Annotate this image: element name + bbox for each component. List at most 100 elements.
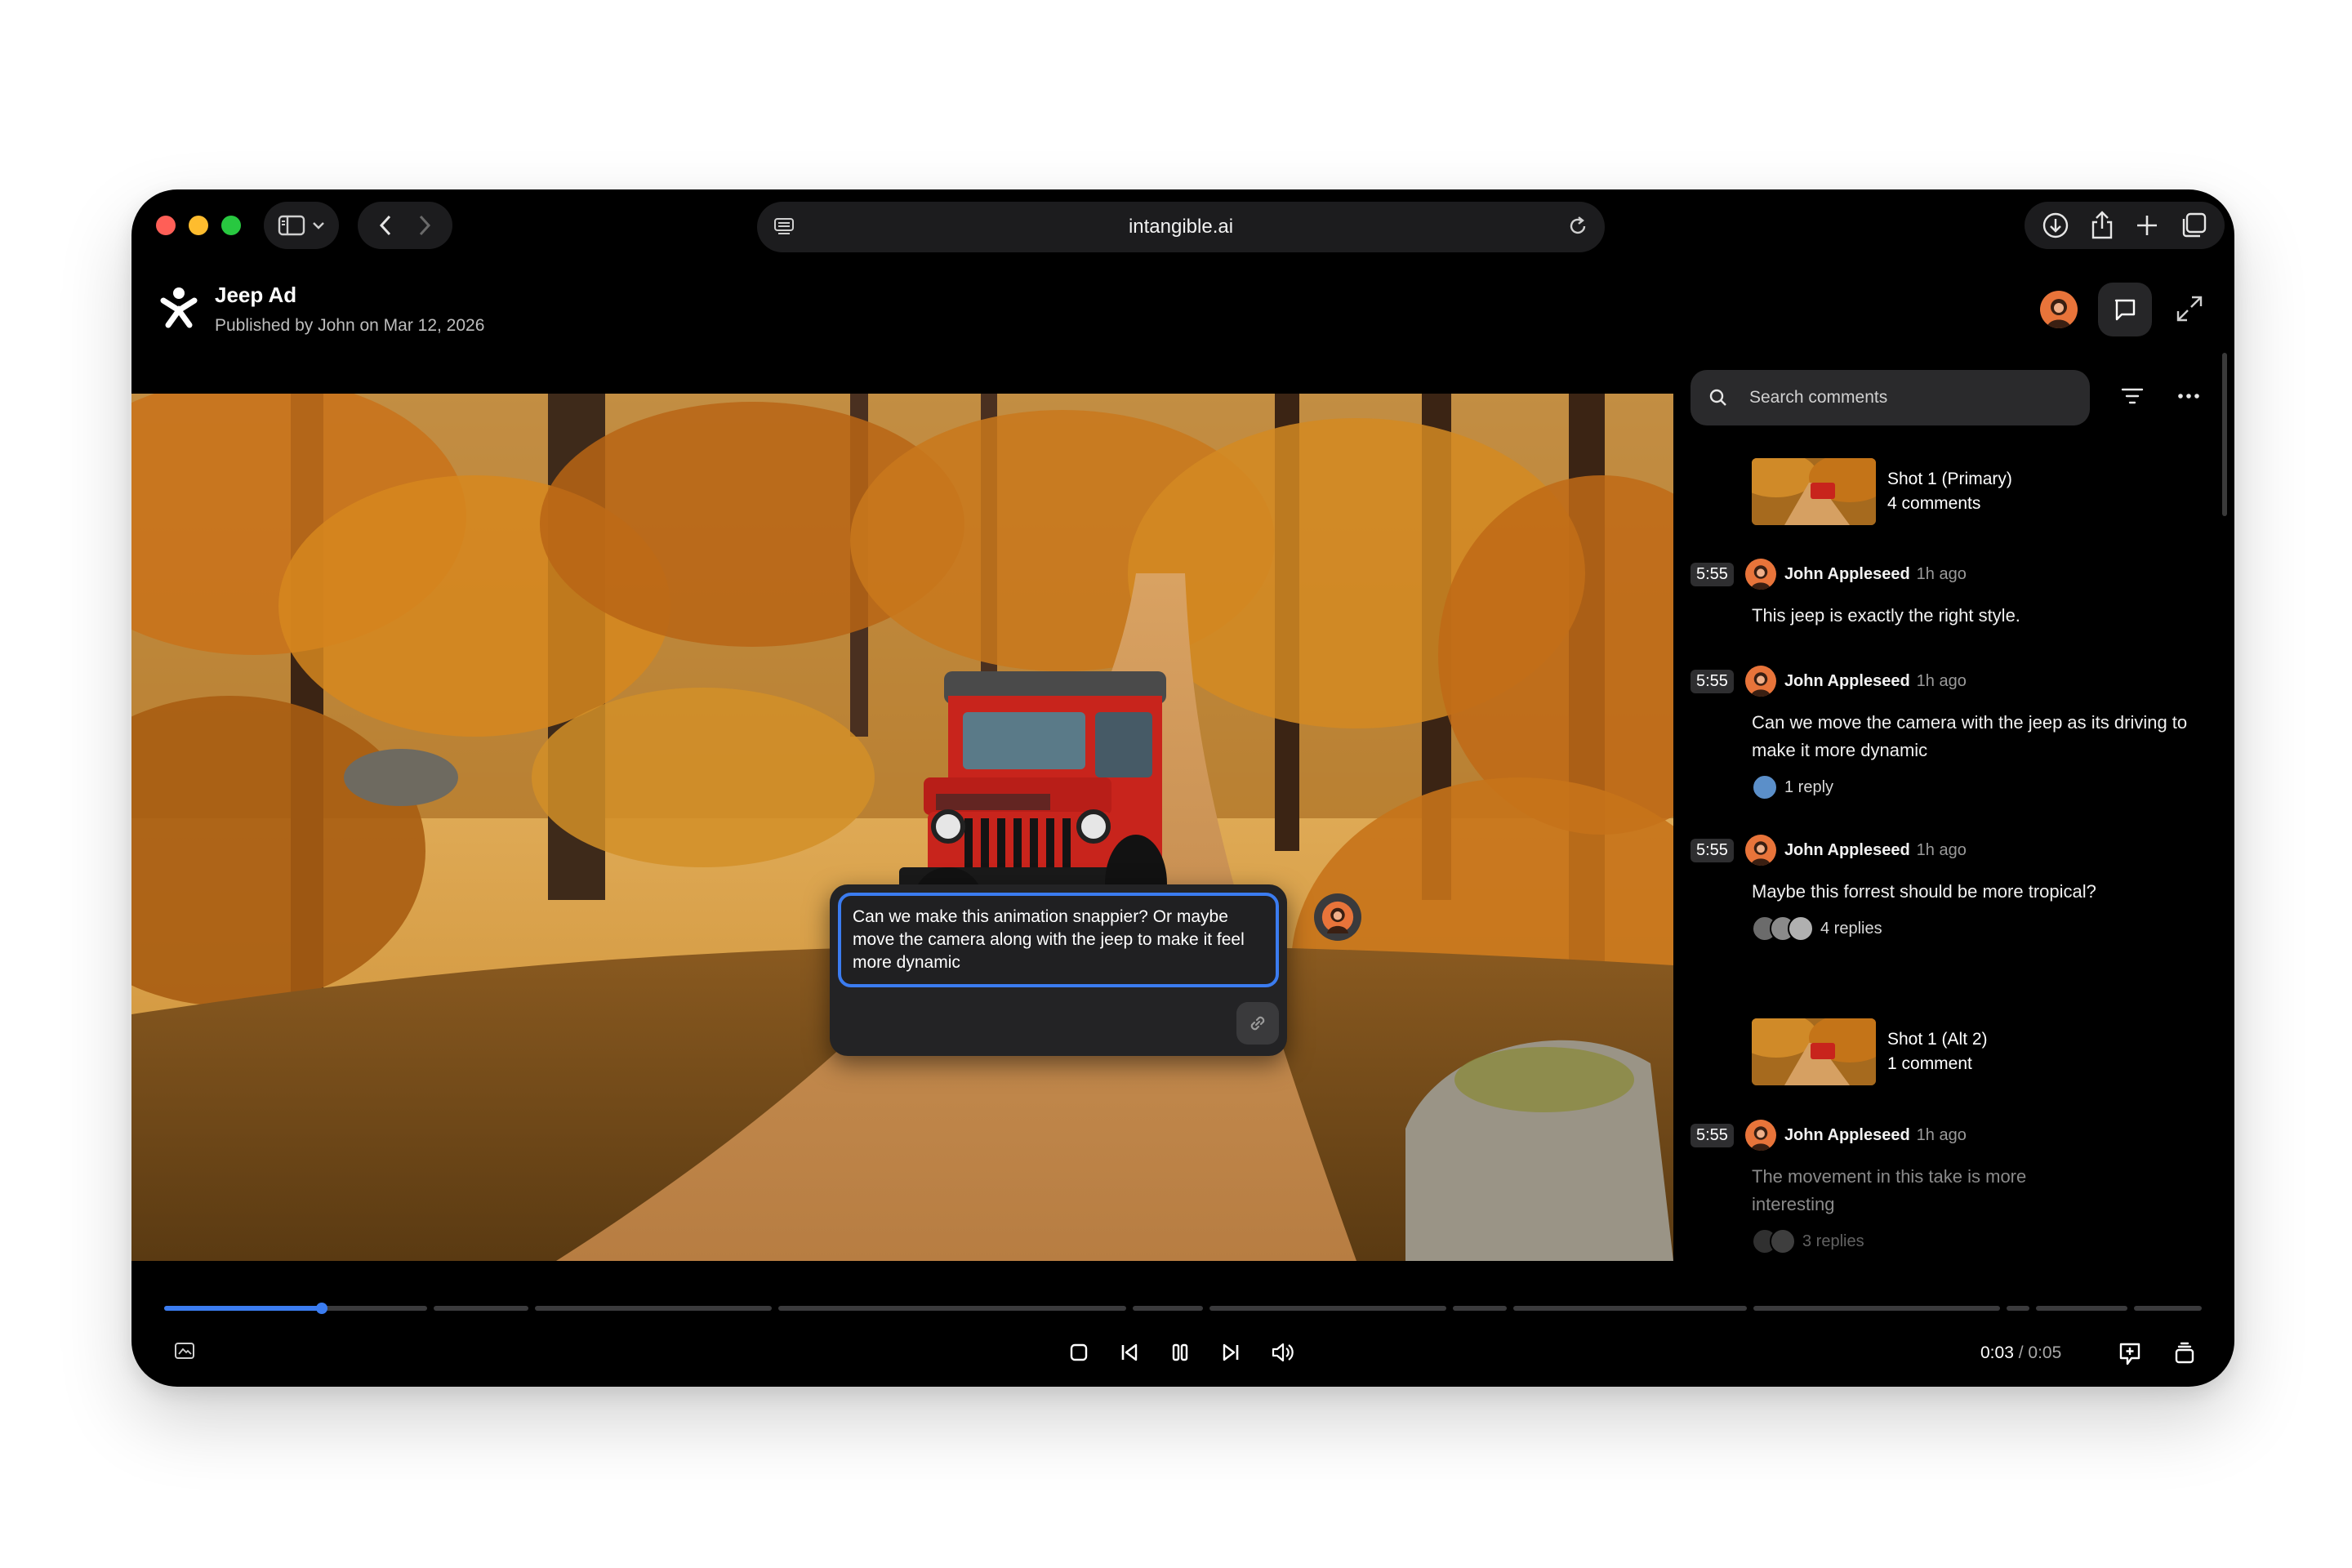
- timeline-segment[interactable]: [434, 1306, 528, 1311]
- shot-comment-count: 1 comment: [1887, 1054, 1972, 1073]
- link-icon: [1250, 1016, 1265, 1031]
- sidebar-icon: [278, 215, 305, 236]
- comment-time-ago: 1h ago: [1916, 564, 1967, 583]
- timeline-segment[interactable]: [2007, 1306, 2029, 1311]
- comment-item[interactable]: 5:55 John Appleseed 1h ago This jeep is …: [1690, 558, 2213, 630]
- timeline-progress: [164, 1306, 322, 1311]
- video-frame[interactable]: [131, 394, 1673, 1261]
- timeline-segment[interactable]: [535, 1306, 772, 1311]
- captions-icon[interactable]: [174, 1341, 195, 1361]
- reload-icon[interactable]: [1567, 216, 1588, 237]
- comment-composer: Can we make this animation snappier? Or …: [830, 884, 1287, 1056]
- comment-timestamp[interactable]: 5:55: [1690, 562, 1734, 586]
- comments-toggle-button[interactable]: [2098, 283, 2152, 336]
- avatar-icon: [1321, 901, 1354, 933]
- search-comments[interactable]: [1690, 370, 2090, 425]
- avatar: [1744, 666, 1776, 697]
- composer-avatar: [1314, 893, 1361, 941]
- shot-header[interactable]: Shot 1 (Primary) 4 comments: [1752, 458, 2012, 525]
- search-input[interactable]: [1748, 387, 2061, 408]
- user-avatar[interactable]: [2040, 291, 2078, 328]
- add-comment-icon[interactable]: [2118, 1341, 2142, 1367]
- playhead-handle[interactable]: [316, 1303, 327, 1314]
- skip-forward-icon[interactable]: [1219, 1341, 1242, 1364]
- comment-timestamp[interactable]: 5:55: [1690, 838, 1734, 862]
- address-bar[interactable]: intangible.ai: [757, 202, 1605, 252]
- attach-link-button[interactable]: [1236, 1002, 1279, 1045]
- filter-icon[interactable]: [2120, 385, 2145, 407]
- minimize-window-button[interactable]: [189, 216, 208, 235]
- download-icon[interactable]: [2042, 212, 2069, 239]
- back-icon[interactable]: [377, 214, 394, 237]
- comment-author: John Appleseed: [1784, 671, 1910, 690]
- skip-back-icon[interactable]: [1118, 1341, 1141, 1364]
- comment-icon: [2114, 299, 2136, 321]
- time-separator: /: [2018, 1343, 2024, 1362]
- replies-link[interactable]: 3 replies: [1752, 1228, 2213, 1254]
- current-time: 0:03: [1980, 1343, 2014, 1362]
- avatar-icon: [1750, 672, 1771, 697]
- expand-icon[interactable]: [2175, 294, 2204, 323]
- browser-actions: [2025, 202, 2225, 249]
- reply-avatar: [1770, 1228, 1796, 1254]
- avatar-icon: [1750, 841, 1771, 866]
- comment-author: John Appleseed: [1784, 840, 1910, 859]
- duration: 0:05: [2028, 1343, 2062, 1362]
- timeline-scrubber[interactable]: [164, 1303, 2202, 1314]
- comment-item[interactable]: 5:55 John Appleseed 1h ago Maybe this fo…: [1690, 834, 2213, 942]
- comment-item[interactable]: 5:55 John Appleseed 1h ago The movement …: [1690, 1119, 2213, 1254]
- more-options-icon[interactable]: [2176, 386, 2201, 406]
- browser-window: intangible.ai Jeep Ad Published by John …: [131, 189, 2234, 1387]
- avatar-icon: [1750, 1126, 1771, 1151]
- replies-link[interactable]: 4 replies: [1752, 915, 2213, 942]
- forward-icon[interactable]: [416, 214, 433, 237]
- app-logo-icon: [160, 287, 198, 328]
- comment-author: John Appleseed: [1784, 1125, 1910, 1144]
- timeline-segment[interactable]: [1453, 1306, 1507, 1311]
- timeline-segment[interactable]: [2134, 1306, 2202, 1311]
- shot-name: Shot 1 (Alt 2): [1887, 1030, 1988, 1049]
- share-icon[interactable]: [2090, 211, 2114, 240]
- search-icon: [1709, 389, 1726, 406]
- timeline-segment[interactable]: [1133, 1306, 1203, 1311]
- video-scene: [131, 394, 1673, 1261]
- timeline-segment[interactable]: [2036, 1306, 2127, 1311]
- zoom-window-button[interactable]: [221, 216, 241, 235]
- tabs-icon[interactable]: [2180, 212, 2207, 239]
- comments-scrollbar[interactable]: [2222, 353, 2227, 516]
- timeline-segment[interactable]: [1209, 1306, 1446, 1311]
- stop-icon[interactable]: [1067, 1341, 1090, 1364]
- pause-icon[interactable]: [1169, 1341, 1192, 1364]
- replies-count: 4 replies: [1820, 919, 1882, 938]
- avatar-icon: [1750, 565, 1771, 590]
- new-tab-icon[interactable]: [2135, 213, 2159, 238]
- reply-avatar: [1788, 915, 1814, 942]
- page-title: Jeep Ad: [215, 283, 297, 307]
- url-text: intangible.ai: [1128, 216, 1234, 238]
- shot-name: Shot 1 (Primary): [1887, 470, 2012, 488]
- comment-author: John Appleseed: [1784, 564, 1910, 583]
- close-window-button[interactable]: [156, 216, 176, 235]
- reply-avatar: [1752, 774, 1778, 800]
- comment-input[interactable]: Can we make this animation snappier? Or …: [838, 893, 1279, 987]
- chevron-down-icon: [313, 222, 324, 229]
- shot-header[interactable]: Shot 1 (Alt 2) 1 comment: [1752, 1018, 1988, 1085]
- layers-icon[interactable]: [2173, 1341, 2196, 1365]
- comment-timestamp[interactable]: 5:55: [1690, 1123, 1734, 1147]
- comment-time-ago: 1h ago: [1916, 840, 1967, 859]
- avatar: [1744, 1120, 1776, 1151]
- timeline-segment[interactable]: [1753, 1306, 2000, 1311]
- comment-timestamp[interactable]: 5:55: [1690, 669, 1734, 693]
- comment-time-ago: 1h ago: [1916, 671, 1967, 690]
- replies-count: 1 reply: [1784, 777, 1834, 796]
- timeline-segment[interactable]: [778, 1306, 1126, 1311]
- shot-comment-count: 4 comments: [1887, 494, 1981, 513]
- volume-icon[interactable]: [1270, 1341, 1296, 1364]
- comment-item[interactable]: 5:55 John Appleseed 1h ago Can we move t…: [1690, 665, 2213, 800]
- comment-text: This jeep is exactly the right style.: [1752, 605, 2020, 626]
- sidebar-toggle-button[interactable]: [264, 202, 339, 249]
- timeline-segment[interactable]: [1513, 1306, 1747, 1311]
- replies-link[interactable]: 1 reply: [1752, 774, 2213, 800]
- shot-thumbnail: [1752, 458, 1876, 525]
- comment-text: The movement in this take is more intere…: [1752, 1166, 2027, 1214]
